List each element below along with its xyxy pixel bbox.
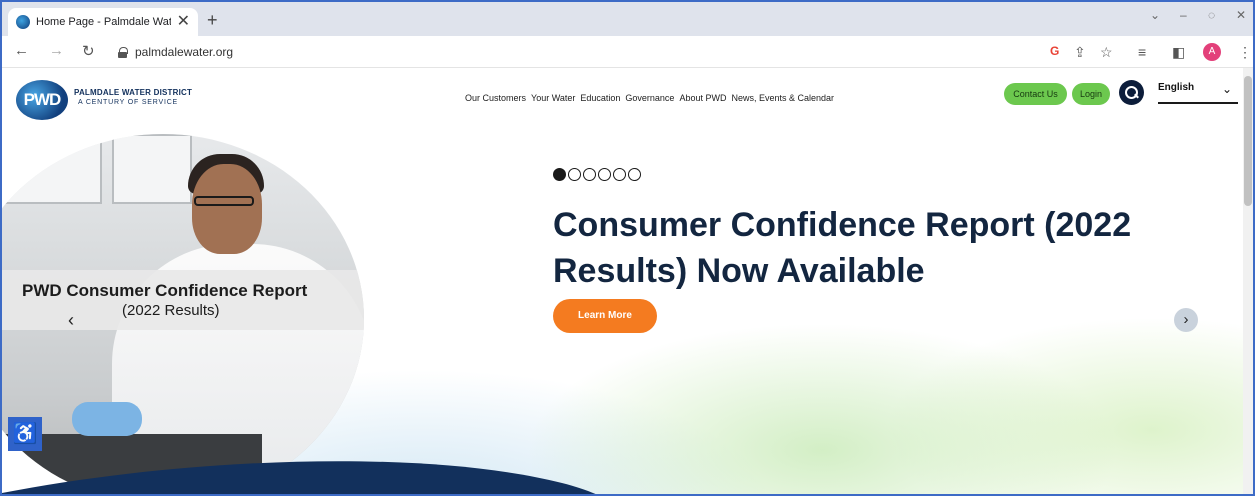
contact-us-button[interactable]: Contact Us bbox=[1004, 83, 1067, 105]
close-window-button[interactable]: ✕ bbox=[1236, 8, 1246, 22]
lab-person-head bbox=[192, 164, 262, 254]
nav-our-customers[interactable]: Our Customers bbox=[465, 93, 526, 103]
scrollbar-thumb[interactable] bbox=[1244, 76, 1252, 206]
side-panel-icon[interactable]: ◧ bbox=[1172, 44, 1185, 61]
language-value: English bbox=[1158, 82, 1195, 93]
nav-news-events[interactable]: News, Events & Calendar bbox=[731, 93, 834, 103]
reading-list-icon[interactable]: ≡ bbox=[1138, 44, 1146, 60]
nav-about-pwd[interactable]: About PWD bbox=[679, 93, 726, 103]
tab-close-icon[interactable]: ✕ bbox=[177, 14, 190, 30]
bookmark-star-icon[interactable]: ☆ bbox=[1100, 44, 1113, 61]
chevron-down-icon: ⌄ bbox=[1221, 82, 1232, 96]
carousel-dot-4[interactable] bbox=[598, 168, 611, 181]
site-favicon-icon bbox=[16, 15, 30, 29]
main-nav: Our Customers Your Water Education Gover… bbox=[465, 93, 834, 103]
tab-search-icon[interactable]: ⌄ bbox=[1150, 8, 1160, 22]
menu-kebab-icon[interactable]: ⋮ bbox=[1238, 44, 1252, 61]
photo-banner-subtitle: (2022 Results) bbox=[122, 302, 220, 319]
share-icon[interactable]: ⇪ bbox=[1074, 44, 1086, 61]
tab-title: Home Page - Palmdale Water bbox=[36, 16, 171, 28]
carousel-dot-6[interactable] bbox=[628, 168, 641, 181]
photo-banner-title: PWD Consumer Confidence Report bbox=[22, 281, 308, 300]
browser-window: Home Page - Palmdale Water ✕ + ⌄ – ◌ ✕ ←… bbox=[0, 0, 1255, 496]
carousel-dot-5[interactable] bbox=[613, 168, 626, 181]
logo-tagline: A CENTURY OF SERVICE bbox=[78, 99, 179, 106]
google-translate-icon[interactable]: G bbox=[1050, 44, 1059, 58]
nav-education[interactable]: Education bbox=[580, 93, 620, 103]
site-header: PWD PALMDALE WATER DISTRICT A CENTURY OF… bbox=[2, 68, 1253, 130]
logo-name[interactable]: PALMDALE WATER DISTRICT bbox=[74, 88, 192, 97]
hero-carousel: PWD Consumer Confidence Report (2022 Res… bbox=[2, 130, 1253, 494]
carousel-dot-2[interactable] bbox=[568, 168, 581, 181]
carousel-dots bbox=[553, 168, 641, 181]
browser-tab[interactable]: Home Page - Palmdale Water ✕ bbox=[8, 8, 198, 36]
back-arrow-icon[interactable]: ← bbox=[14, 42, 29, 59]
new-tab-button[interactable]: + bbox=[207, 10, 218, 31]
carousel-next-button[interactable]: › bbox=[1174, 308, 1198, 332]
page-scrollbar[interactable] bbox=[1243, 68, 1253, 494]
browser-toolbar: ← → ↻ palmdalewater.org G ⇪ ☆ ≡ ◧ A ⋮ bbox=[2, 36, 1253, 68]
address-bar[interactable]: palmdalewater.org bbox=[110, 40, 1120, 64]
lab-cabinet bbox=[112, 134, 192, 204]
carousel-dot-1[interactable] bbox=[553, 168, 566, 181]
nav-governance[interactable]: Governance bbox=[625, 93, 674, 103]
carousel-prev-button[interactable]: ‹ bbox=[60, 310, 82, 332]
url-text[interactable]: palmdalewater.org bbox=[135, 45, 233, 59]
accessibility-icon[interactable]: ♿ bbox=[8, 417, 42, 451]
hero-headline: Consumer Confidence Report (2022 Results… bbox=[553, 206, 1132, 290]
carousel-dot-3[interactable] bbox=[583, 168, 596, 181]
learn-more-button[interactable]: Learn More bbox=[553, 299, 657, 333]
nav-your-water[interactable]: Your Water bbox=[531, 93, 575, 103]
blue-glove bbox=[72, 402, 142, 436]
language-select[interactable]: English ⌄ bbox=[1158, 80, 1238, 104]
lab-cabinet bbox=[2, 134, 102, 204]
restore-button[interactable]: ◌ bbox=[1208, 8, 1215, 22]
hero-photo: PWD Consumer Confidence Report (2022 Res… bbox=[2, 134, 364, 494]
forward-arrow-icon[interactable]: → bbox=[49, 42, 64, 59]
bottom-wave bbox=[2, 461, 596, 494]
reload-icon[interactable]: ↻ bbox=[82, 42, 95, 60]
profile-avatar[interactable]: A bbox=[1203, 43, 1221, 61]
tab-bar: Home Page - Palmdale Water ✕ + ⌄ – ◌ ✕ bbox=[2, 2, 1253, 36]
web-page: PWD PALMDALE WATER DISTRICT A CENTURY OF… bbox=[2, 68, 1253, 494]
search-icon[interactable] bbox=[1119, 80, 1144, 105]
minimize-button[interactable]: – bbox=[1180, 8, 1187, 22]
login-button[interactable]: Login bbox=[1072, 83, 1110, 105]
pwd-logo[interactable]: PWD bbox=[16, 80, 68, 120]
lock-icon[interactable] bbox=[118, 46, 128, 58]
lab-glasses bbox=[194, 196, 254, 206]
